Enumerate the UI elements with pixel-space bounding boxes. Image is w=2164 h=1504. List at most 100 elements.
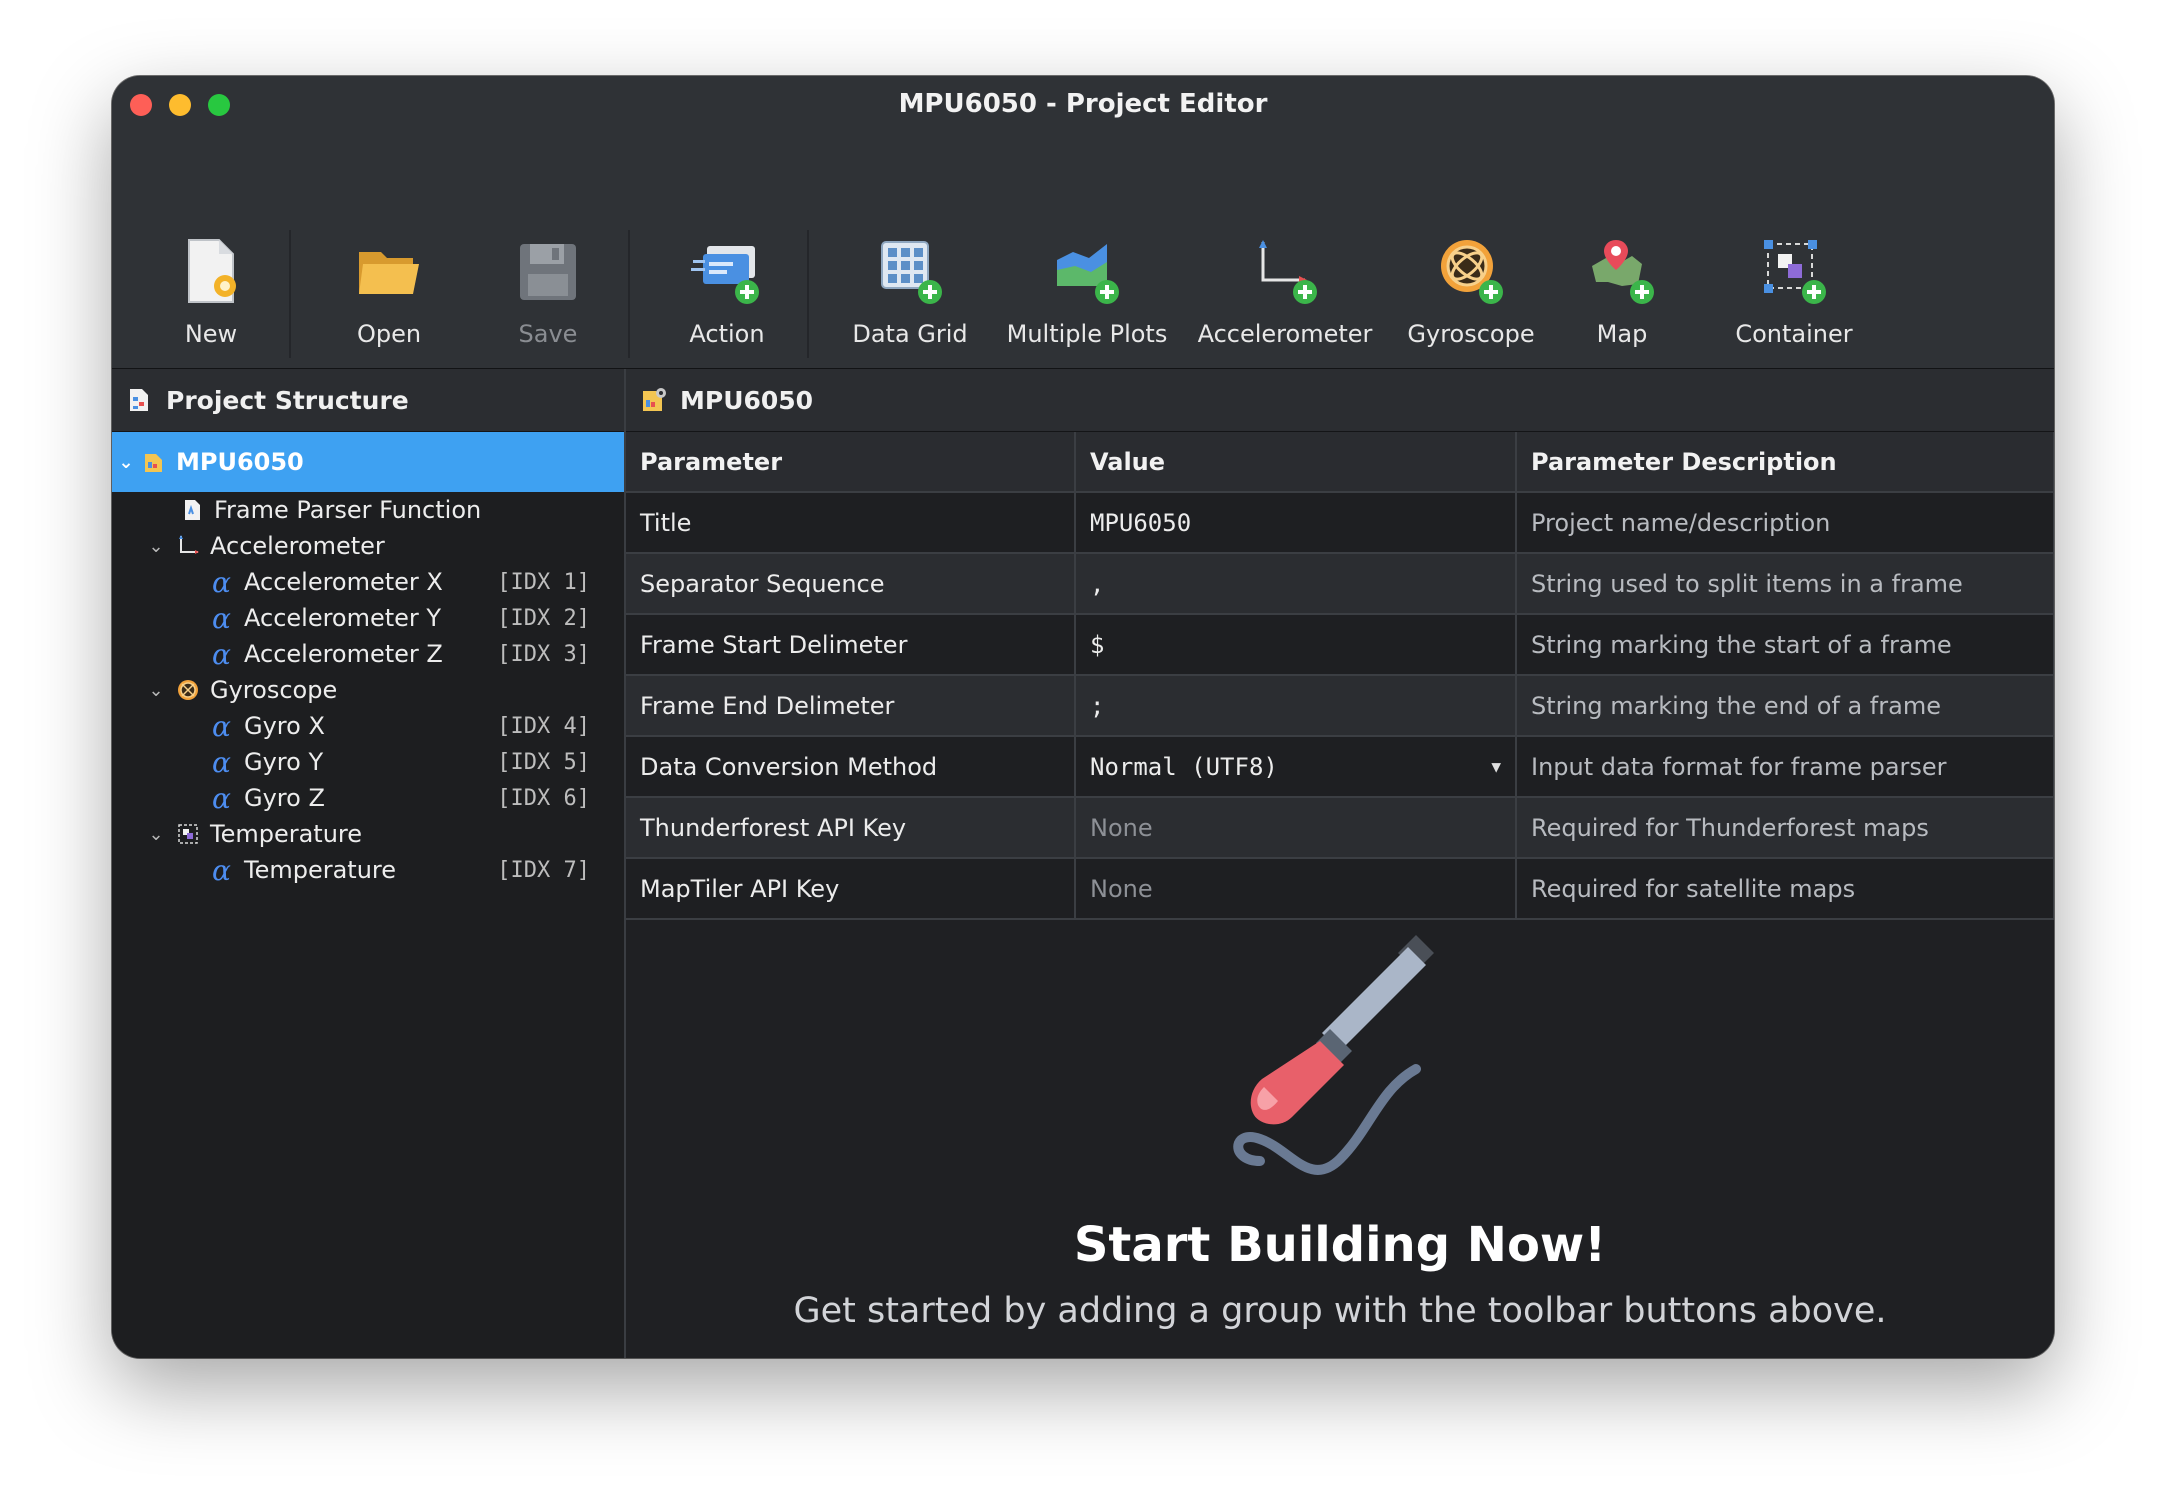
data-grid-icon [874,236,946,308]
dataset-alpha-icon: α [212,601,231,635]
separator-value-field[interactable]: , [1075,553,1517,615]
dataset-alpha-icon: α [212,709,231,743]
frame-start-value-field[interactable]: $ [1075,614,1517,676]
window-controls [130,94,230,116]
tree-item-dataset[interactable]: α Temperature [IDX 7] [112,852,624,888]
map-label: Map [1596,320,1648,348]
parameter-description: String marking the start of a frame [1516,614,2054,676]
gyroscope-icon [1435,236,1507,308]
title-value-field[interactable]: MPU6050 [1075,492,1517,554]
tree-label: MPU6050 [176,448,304,476]
dataset-index: [IDX 7] [497,857,590,883]
project-settings-icon [643,388,666,411]
save-disk-icon [512,236,584,308]
conversion-method-select[interactable]: Normal (UTF8) ▼ [1075,736,1517,798]
project-structure-title: Project Structure [166,385,409,415]
save-button[interactable]: Save [498,132,598,368]
add-accelerometer-button[interactable]: Accelerometer [1185,132,1385,368]
maptiler-key-field[interactable]: None [1075,858,1517,920]
add-action-button[interactable]: Action [672,132,782,368]
selected-option: Normal (UTF8) [1090,752,1278,781]
save-label: Save [518,320,578,348]
accelerometer-axes-icon [179,535,199,554]
parameter-description: String used to split items in a frame [1516,553,2054,615]
add-multiple-plots-button[interactable]: Multiple Plots [992,132,1182,368]
column-header-description[interactable]: Parameter Description [1516,432,2054,493]
toolbar-divider [289,230,291,358]
tree-item-gyroscope-group[interactable]: ⌄ Gyroscope [112,672,624,708]
column-header-parameter[interactable]: Parameter [626,432,1076,493]
new-button[interactable]: New [166,132,256,368]
tree-item-dataset[interactable]: α Accelerometer X [IDX 1] [112,564,624,600]
table-header-row: Parameter Value Parameter Description [626,432,2054,493]
tree-item-project-root[interactable]: ⌄ MPU6050 [112,432,624,492]
open-button[interactable]: Open [334,132,444,368]
project-icon [145,454,162,472]
accelerometer-axes-icon [1249,236,1321,308]
combo-box: Normal (UTF8) ▼ [1090,753,1501,781]
add-map-button[interactable]: Map [1562,132,1682,368]
open-label: Open [356,320,422,348]
tree-item-dataset[interactable]: α Accelerometer Y [IDX 2] [112,600,624,636]
chevron-down-icon[interactable]: ⌄ [146,680,166,701]
table-row: Data Conversion Method Normal (UTF8) ▼ I… [626,736,2054,798]
parameter-name: Frame Start Delimeter [626,614,1076,676]
tree-item-dataset[interactable]: α Gyro Y [IDX 5] [112,744,624,780]
parameter-description: Input data format for frame parser [1516,736,2054,798]
tree-item-dataset[interactable]: α Gyro Z [IDX 6] [112,780,624,816]
new-document-icon [175,236,247,308]
tree-label: Accelerometer Z [244,640,443,668]
container-label: Container [1735,320,1853,348]
dropdown-arrow-icon[interactable]: ▼ [1491,757,1501,776]
soldering-iron-icon [1233,935,1434,1175]
tree-label: Gyro Y [244,748,324,776]
accelerometer-label: Accelerometer [1197,320,1373,348]
folder-icon [353,236,425,308]
chevron-down-icon[interactable]: ⌄ [146,536,166,557]
container-icon [178,824,198,844]
table-row: MapTiler API Key None Required for satel… [626,858,2054,920]
project-header: MPU6050 [626,369,2054,432]
tree-item-dataset[interactable]: α Gyro X [IDX 4] [112,708,624,744]
tree-label: Accelerometer X [244,568,443,596]
dataset-alpha-icon: α [212,853,231,887]
tree-item-temperature-group[interactable]: ⌄ Temperature [112,816,624,852]
tree-item-frame-parser[interactable]: Frame Parser Function [112,492,624,528]
empty-state-title: Start Building Now! [1073,1217,1607,1273]
add-container-button[interactable]: Container [1719,132,1869,368]
window-title: MPU6050 - Project Editor [898,89,1268,119]
parameter-name: Data Conversion Method [626,736,1076,798]
table-row: Separator Sequence , String used to spli… [626,553,2054,615]
parameter-name: MapTiler API Key [626,858,1076,920]
chevron-down-icon[interactable]: ⌄ [116,452,136,473]
dataset-alpha-icon: α [212,745,231,779]
tree-item-accelerometer-group[interactable]: ⌄ Accelerometer [112,528,624,564]
parameter-description: Project name/description [1516,492,2054,554]
close-window-button[interactable] [130,94,152,116]
dataset-alpha-icon: α [212,637,231,671]
new-label: New [184,320,238,348]
thunderforest-key-field[interactable]: None [1075,797,1517,859]
data-grid-label: Data Grid [852,320,968,348]
zoom-window-button[interactable] [208,94,230,116]
container-icon [1758,236,1830,308]
parameter-name: Separator Sequence [626,553,1076,615]
dataset-index: [IDX 1] [497,569,590,595]
multiple-plots-icon [1051,236,1123,308]
project-structure-header: Project Structure [112,369,624,432]
column-header-value[interactable]: Value [1075,432,1517,493]
minimize-window-button[interactable] [169,94,191,116]
action-icon [691,236,763,308]
project-editor-window: MPU6050 - Project Editor New Open Save A… [112,76,2054,1358]
chevron-down-icon[interactable]: ⌄ [146,824,166,845]
action-label: Action [689,320,765,348]
tree-label: Gyro Z [244,784,325,812]
multiple-plots-label: Multiple Plots [1006,320,1168,348]
frame-end-value-field[interactable]: ; [1075,675,1517,737]
tree-item-dataset[interactable]: α Accelerometer Z [IDX 3] [112,636,624,672]
dataset-index: [IDX 6] [497,785,590,811]
add-gyroscope-button[interactable]: Gyroscope [1391,132,1551,368]
dataset-alpha-icon: α [212,781,231,815]
add-data-grid-button[interactable]: Data Grid [840,132,980,368]
toolbar-divider [807,230,809,358]
